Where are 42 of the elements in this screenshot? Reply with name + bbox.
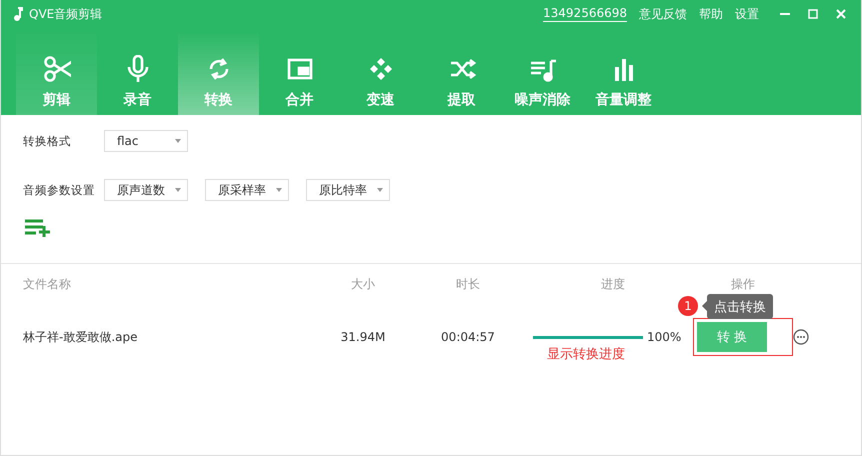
file-size: 31.94M (340, 330, 386, 344)
convert-button[interactable]: 转 换 (697, 322, 767, 352)
music-note-icon (13, 7, 23, 21)
param-dropdown[interactable]: 原声道数 (104, 179, 188, 201)
column-header: 操作 (730, 276, 756, 292)
column-header: 进度 (600, 276, 626, 292)
toolbar-tab[interactable]: 变速 (340, 33, 421, 115)
app-title: QVE音频剪辑 (29, 6, 102, 22)
column-header: 时长 (455, 276, 481, 292)
close-icon[interactable] (836, 9, 846, 19)
field-label: 音频参数设置 (23, 182, 95, 198)
menu-link[interactable]: 意见反馈 (639, 6, 687, 22)
field-label: 转换格式 (23, 134, 72, 148)
dropdown-arrow-icon (276, 188, 282, 192)
dropdown-arrow-icon (377, 188, 383, 192)
param-dropdown[interactable]: 原采样率 (205, 179, 289, 201)
tooltip: 点击转换 (707, 294, 773, 319)
account-link[interactable]: 13492566698 (543, 6, 627, 22)
step-badge: 1 (678, 296, 698, 316)
column-header: 大小 (350, 276, 376, 292)
menu-link[interactable]: 帮助 (699, 6, 723, 22)
dropdown-arrow-icon (175, 188, 181, 192)
file-name: 林子祥-敢爱敢做.ape (23, 328, 138, 346)
toolbar-tab[interactable]: 提取 (421, 33, 502, 115)
toolbar-tab[interactable]: 录音 (97, 33, 178, 115)
maximize-icon[interactable] (808, 9, 818, 19)
column-header: 文件名称 (23, 276, 72, 292)
toolbar-tab[interactable]: 转换 (178, 33, 259, 115)
menu-link[interactable]: 设置 (735, 6, 759, 22)
toolbar-tab[interactable]: 合并 (259, 33, 340, 115)
param-dropdown[interactable]: 原比特率 (306, 179, 390, 201)
toolbar-tab[interactable]: 音量调整 (583, 33, 664, 115)
add-list-icon[interactable] (25, 219, 52, 237)
dropdown-arrow-icon (175, 139, 181, 143)
scissors-icon (42, 55, 70, 83)
format-dropdown[interactable]: flac (104, 130, 188, 152)
progress-percent: 100% (647, 330, 682, 344)
file-duration: 00:04:57 (440, 330, 496, 344)
more-icon[interactable] (793, 329, 809, 345)
annotation-text: 显示转换进度 (547, 346, 625, 363)
toolbar-tab[interactable]: 噪声消除 (502, 33, 583, 115)
tooltip-pointer (702, 301, 707, 311)
